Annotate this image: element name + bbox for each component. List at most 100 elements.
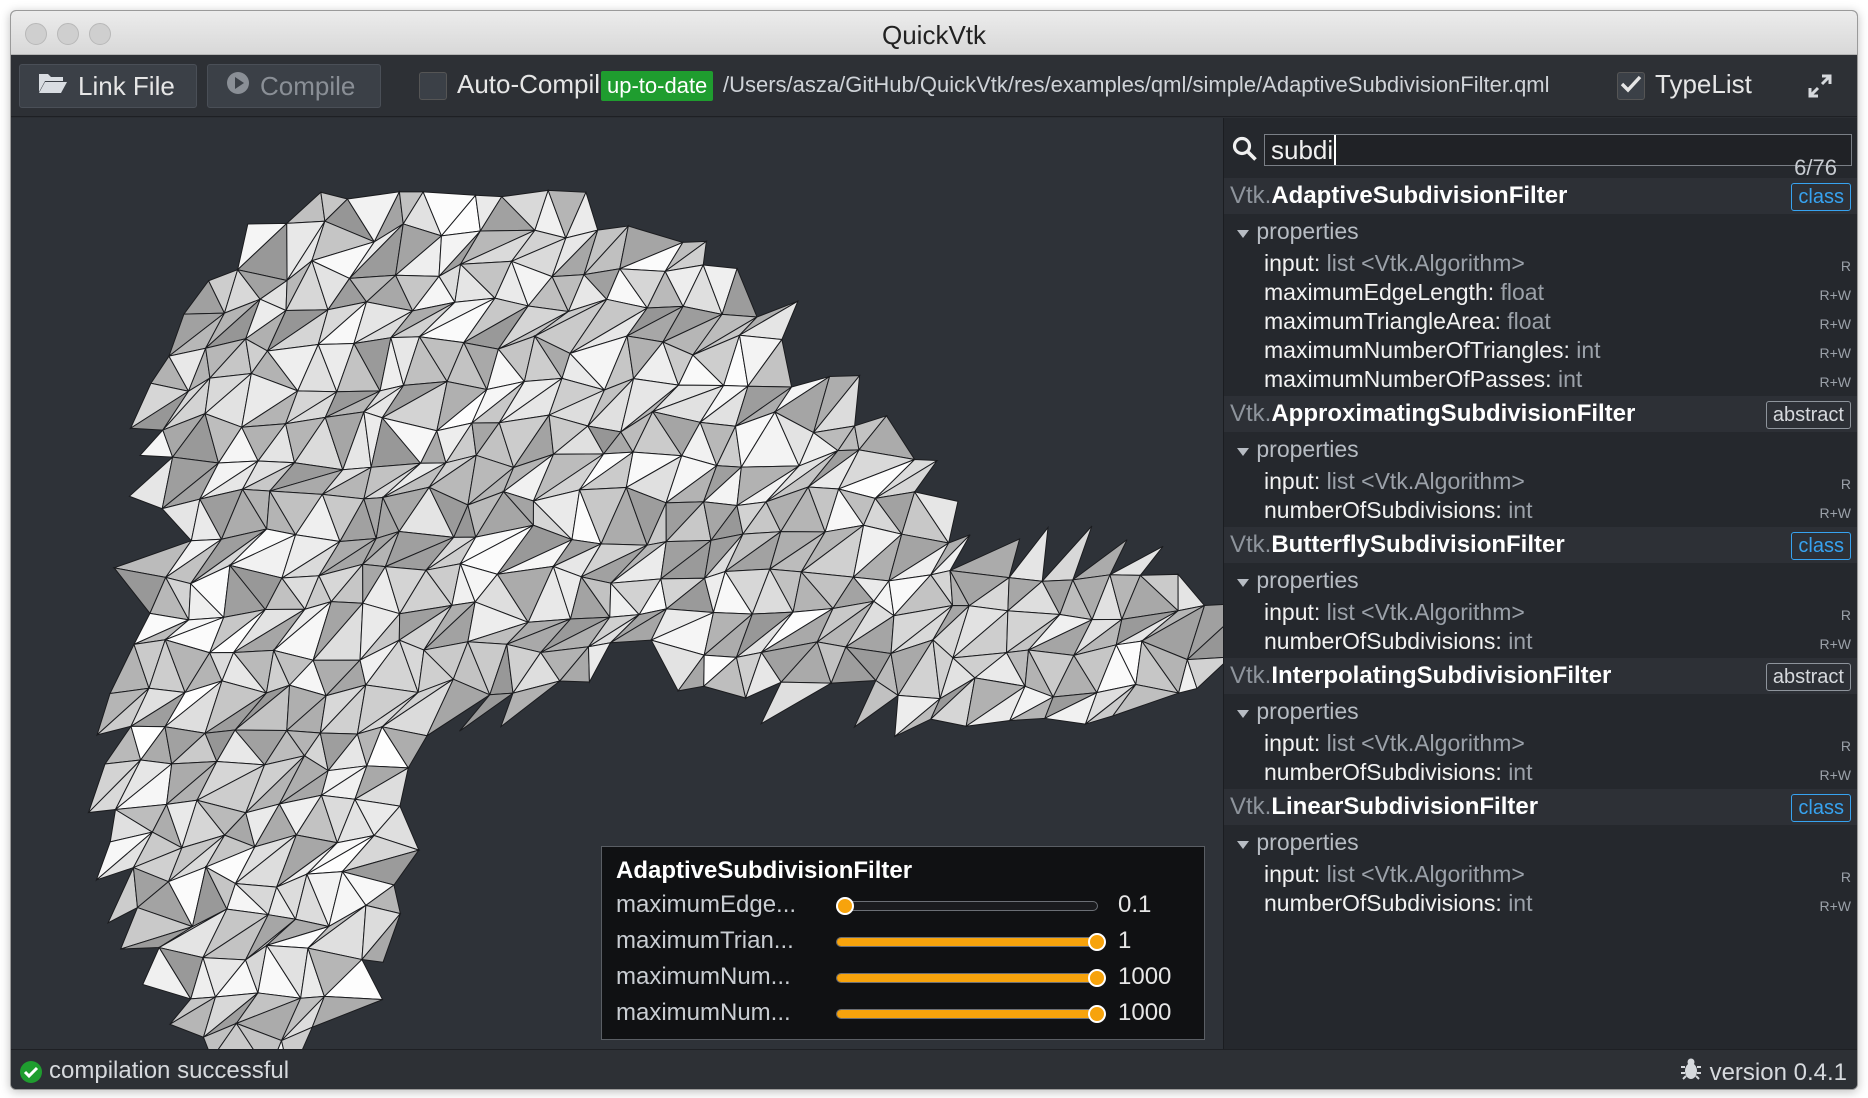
compile-button[interactable]: Compile	[207, 64, 381, 108]
property-text: input: list <Vtk.Algorithm>	[1264, 599, 1525, 626]
property-type: list <Vtk.Algorithm>	[1326, 730, 1525, 756]
title-bar: QuickVtk	[11, 11, 1857, 55]
slider-handle[interactable]	[835, 897, 854, 915]
slider-value: 1000	[1118, 999, 1172, 1026]
properties-toggle[interactable]: properties	[1236, 436, 1359, 463]
type-kind-badge: abstract	[1765, 663, 1851, 691]
type-kind-badge: class	[1791, 794, 1851, 822]
slider-handle[interactable]	[1088, 1005, 1106, 1023]
property-name: numberOfSubdivisions:	[1264, 890, 1502, 916]
folder-open-icon	[38, 71, 68, 102]
property-name: input:	[1264, 250, 1321, 276]
render-viewport[interactable]: AdaptiveSubdivisionFilter maximumEdge...…	[11, 118, 1223, 1049]
properties-toggle[interactable]: properties	[1236, 698, 1359, 725]
property-text: numberOfSubdivisions: int	[1264, 497, 1532, 524]
property-name: input:	[1264, 730, 1321, 756]
status-bar: compilation successful version 0.4.1	[11, 1049, 1857, 1089]
slider-handle[interactable]	[1088, 969, 1106, 987]
slider-value: 0.1	[1118, 891, 1152, 918]
property-permission: R+W	[1819, 505, 1852, 521]
search-input[interactable]: subdi 6/76	[1264, 134, 1852, 180]
slider-track[interactable]	[836, 969, 1106, 987]
property-permission: R+W	[1819, 767, 1852, 783]
slider-row: maximumTrian... 1	[616, 925, 1196, 957]
property-row: input: list <Vtk.Algorithm> R	[1264, 466, 1851, 496]
link-file-label: Link File	[78, 70, 175, 101]
toolbar: Link File Compile Auto-Compil up-to-date…	[11, 55, 1857, 117]
app-window: QuickVtk Link File Compile Auto-Compil u…	[10, 10, 1858, 1090]
property-type: list <Vtk.Algorithm>	[1326, 599, 1525, 625]
slider-label: maximumTrian...	[616, 927, 794, 954]
type-name: Vtk.AdaptiveSubdivisionFilter	[1230, 182, 1567, 210]
slider-track[interactable]	[836, 933, 1106, 951]
property-row: input: list <Vtk.Algorithm> R	[1264, 597, 1851, 627]
type-header[interactable]: Vtk.AdaptiveSubdivisionFilter class	[1224, 178, 1857, 214]
bug-icon	[1680, 1057, 1702, 1088]
property-text: numberOfSubdivisions: int	[1264, 628, 1532, 655]
slider-row: maximumNum... 1000	[616, 997, 1196, 1029]
property-type: float	[1500, 279, 1544, 305]
property-text: input: list <Vtk.Algorithm>	[1264, 468, 1525, 495]
slider-track[interactable]	[836, 1005, 1106, 1023]
property-name: maximumEdgeLength:	[1264, 279, 1495, 305]
triangle-down-icon	[1236, 567, 1250, 593]
triangle-down-icon	[1236, 436, 1250, 462]
slider-label: maximumEdge...	[616, 891, 797, 918]
slider-handle[interactable]	[1088, 933, 1106, 951]
property-row: input: list <Vtk.Algorithm> R	[1264, 859, 1851, 889]
link-file-button[interactable]: Link File	[19, 64, 197, 108]
type-classname: ApproximatingSubdivisionFilter	[1271, 400, 1636, 427]
panel-title: AdaptiveSubdivisionFilter	[616, 857, 913, 884]
type-header[interactable]: Vtk.ApproximatingSubdivisionFilter abstra…	[1224, 396, 1857, 432]
property-name: numberOfSubdivisions:	[1264, 497, 1502, 523]
properties-toggle[interactable]: properties	[1236, 567, 1359, 594]
type-name: Vtk.InterpolatingSubdivisionFilter	[1230, 662, 1611, 690]
typelist-label: TypeList	[1655, 69, 1752, 99]
type-name: Vtk.ButterflySubdivisionFilter	[1230, 531, 1565, 559]
property-permission: R	[1840, 258, 1851, 274]
property-text: maximumNumberOfPasses: int	[1264, 366, 1582, 393]
property-type: int	[1508, 628, 1533, 654]
properties-toggle[interactable]: properties	[1236, 829, 1359, 856]
expand-icon[interactable]	[1807, 73, 1833, 104]
property-text: maximumTriangleArea: float	[1264, 308, 1551, 335]
type-name: Vtk.ApproximatingSubdivisionFilter	[1230, 400, 1635, 428]
property-permission: R+W	[1819, 287, 1852, 303]
slider-track[interactable]	[835, 897, 1098, 915]
filter-properties-panel: AdaptiveSubdivisionFilter maximumEdge...…	[601, 846, 1205, 1040]
typelist-checkbox[interactable]	[1617, 72, 1645, 100]
property-text: input: list <Vtk.Algorithm>	[1264, 730, 1525, 757]
version-info: version 0.4.1	[1680, 1057, 1847, 1088]
auto-compile-label: Auto-Compil	[457, 69, 601, 99]
property-permission: R+W	[1819, 636, 1852, 652]
property-name: input:	[1264, 599, 1321, 625]
auto-compile-checkbox[interactable]	[419, 72, 447, 100]
type-classname: LinearSubdivisionFilter	[1271, 793, 1539, 820]
type-name: Vtk.LinearSubdivisionFilter	[1230, 793, 1538, 821]
type-namespace: Vtk.	[1230, 531, 1272, 558]
type-kind-badge: class	[1791, 532, 1851, 560]
property-name: maximumNumberOfTriangles:	[1264, 337, 1570, 363]
property-type: int	[1508, 759, 1533, 785]
type-header[interactable]: Vtk.LinearSubdivisionFilter class	[1224, 789, 1857, 825]
type-header[interactable]: Vtk.ButterflySubdivisionFilter class	[1224, 527, 1857, 563]
property-permission: R	[1840, 476, 1851, 492]
property-row: input: list <Vtk.Algorithm> R	[1264, 248, 1851, 278]
slider-row: maximumEdge... 0.1	[616, 889, 1196, 921]
property-row: input: list <Vtk.Algorithm> R	[1264, 728, 1851, 758]
property-text: input: list <Vtk.Algorithm>	[1264, 250, 1525, 277]
property-row: maximumEdgeLength: float R+W	[1264, 277, 1851, 307]
search-input-value: subdi	[1271, 135, 1334, 165]
properties-toggle[interactable]: properties	[1236, 218, 1359, 245]
file-path: /Users/asza/GitHub/QuickVtk/res/examples…	[723, 72, 1550, 97]
status-badge: up-to-date	[601, 71, 714, 101]
property-row: maximumTriangleArea: float R+W	[1264, 306, 1851, 336]
property-name: input:	[1264, 861, 1321, 887]
type-namespace: Vtk.	[1230, 182, 1272, 209]
property-permission: R	[1840, 738, 1851, 754]
type-header[interactable]: Vtk.InterpolatingSubdivisionFilter abstra…	[1224, 658, 1857, 694]
property-permission: R+W	[1819, 316, 1852, 332]
slider-value: 1	[1118, 927, 1132, 954]
properties-label: properties	[1256, 218, 1359, 244]
properties-label: properties	[1256, 567, 1359, 593]
